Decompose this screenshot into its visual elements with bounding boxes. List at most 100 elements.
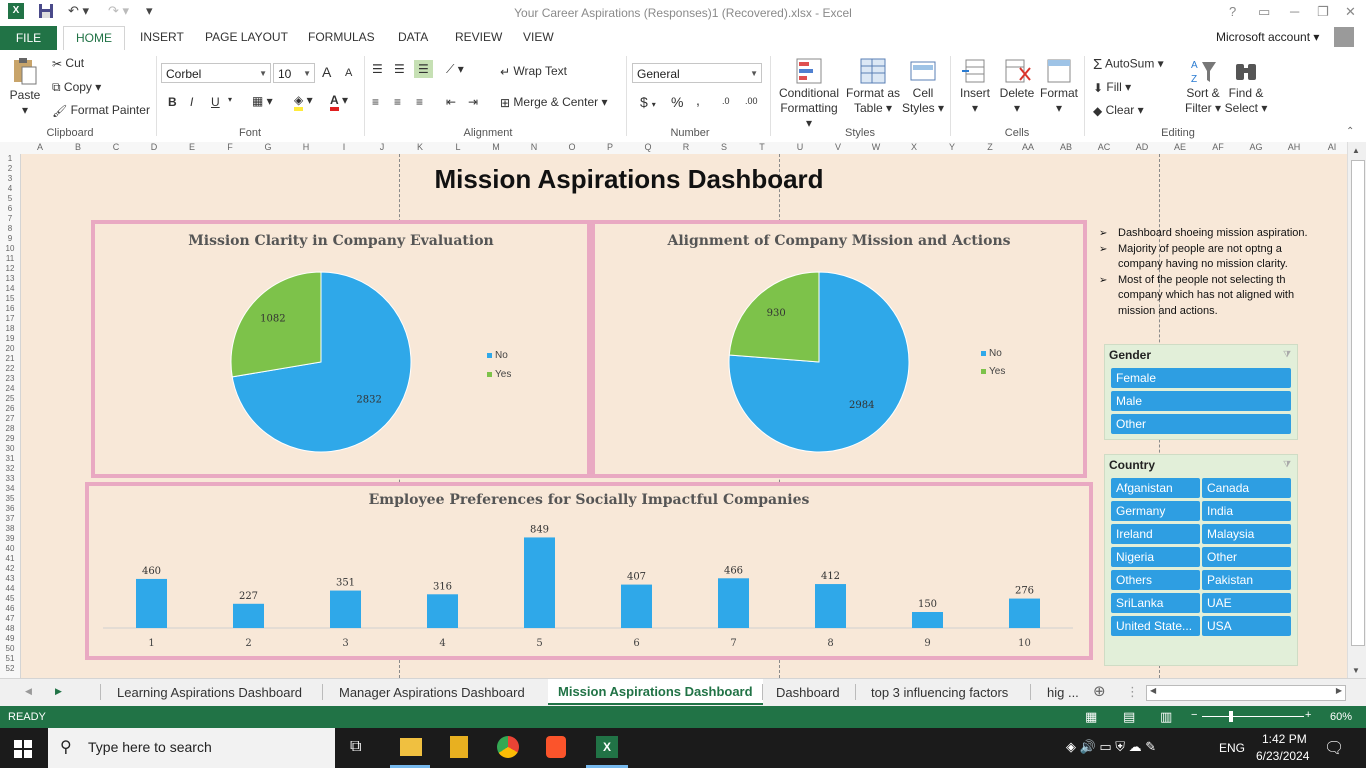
- scroll-thumb[interactable]: [1351, 160, 1365, 646]
- help-button[interactable]: ?: [1229, 4, 1236, 19]
- column-header[interactable]: W: [857, 142, 895, 152]
- row-header[interactable]: 19: [0, 334, 20, 344]
- column-header[interactable]: U: [781, 142, 819, 152]
- underline-dropdown[interactable]: ▾: [228, 95, 232, 104]
- sheet-tab-manager[interactable]: Manager Aspirations Dashboard: [339, 685, 525, 700]
- column-header[interactable]: G: [249, 142, 287, 152]
- bar-5[interactable]: [524, 537, 555, 628]
- horizontal-scrollbar[interactable]: ◀ ▶: [1146, 685, 1346, 701]
- column-header[interactable]: K: [401, 142, 439, 152]
- column-header[interactable]: T: [743, 142, 781, 152]
- row-header[interactable]: 41: [0, 554, 20, 564]
- row-header[interactable]: 1: [0, 154, 20, 164]
- scroll-down-icon[interactable]: ▼: [1352, 666, 1360, 675]
- scroll-up-icon[interactable]: ▲: [1352, 146, 1360, 155]
- slicer-item-female[interactable]: Female: [1111, 368, 1291, 388]
- socially-impactful-chart[interactable]: Employee Preferences for Socially Impact…: [85, 482, 1093, 660]
- row-header[interactable]: 29: [0, 434, 20, 444]
- sort-filter-button[interactable]: AZ Sort & Filter ▾: [1182, 56, 1224, 116]
- align-center-icon[interactable]: ≡: [394, 95, 401, 109]
- slicer-item-country[interactable]: Canada: [1202, 478, 1291, 498]
- underline-button[interactable]: U: [211, 95, 220, 109]
- column-header[interactable]: M: [477, 142, 515, 152]
- row-header[interactable]: 47: [0, 614, 20, 624]
- wrap-text-button[interactable]: ↵ Wrap Text: [500, 64, 567, 79]
- row-header[interactable]: 33: [0, 474, 20, 484]
- conditional-formatting-button[interactable]: Conditional Formatting ▾: [776, 56, 842, 131]
- column-header[interactable]: AC: [1085, 142, 1123, 152]
- find-select-button[interactable]: Find & Select ▾: [1224, 56, 1268, 116]
- column-header[interactable]: AG: [1237, 142, 1275, 152]
- align-bottom-icon[interactable]: ☰: [414, 60, 433, 78]
- slicer-item-country[interactable]: Pakistan: [1202, 570, 1291, 590]
- align-middle-icon[interactable]: ☰: [394, 62, 405, 76]
- column-header[interactable]: AB: [1047, 142, 1085, 152]
- slicer-item-country[interactable]: Other: [1202, 547, 1291, 567]
- decrease-decimal-button[interactable]: .00: [745, 96, 758, 106]
- row-header[interactable]: 4: [0, 184, 20, 194]
- row-header[interactable]: 42: [0, 564, 20, 574]
- row-header[interactable]: 37: [0, 514, 20, 524]
- slicer-item-country[interactable]: Malaysia: [1202, 524, 1291, 544]
- tab-home[interactable]: HOME: [63, 26, 125, 52]
- bar-3[interactable]: [330, 590, 361, 628]
- font-name-select[interactable]: Corbel ▼: [161, 63, 271, 83]
- slicer-item-male[interactable]: Male: [1111, 391, 1291, 411]
- row-header[interactable]: 26: [0, 404, 20, 414]
- format-as-table-button[interactable]: Format as Table ▾: [845, 56, 901, 116]
- account-menu[interactable]: Microsoft account ▾: [1216, 30, 1319, 44]
- row-header[interactable]: 44: [0, 584, 20, 594]
- sheet-tab-learning[interactable]: Learning Aspirations Dashboard: [117, 685, 302, 700]
- sheet-tab-more[interactable]: hig ...: [1047, 685, 1079, 700]
- cell-styles-button[interactable]: Cell Styles ▾: [901, 56, 945, 116]
- sheet-tab-influencing[interactable]: top 3 influencing factors: [871, 685, 1008, 700]
- row-header[interactable]: 38: [0, 524, 20, 534]
- column-header[interactable]: E: [173, 142, 211, 152]
- row-header[interactable]: 9: [0, 234, 20, 244]
- avatar[interactable]: [1334, 27, 1354, 47]
- tab-review[interactable]: REVIEW: [455, 30, 502, 44]
- column-header[interactable]: C: [97, 142, 135, 152]
- column-header[interactable]: F: [211, 142, 249, 152]
- row-header[interactable]: 35: [0, 494, 20, 504]
- prev-sheet-icon[interactable]: ◀: [25, 686, 32, 697]
- row-header[interactable]: 25: [0, 394, 20, 404]
- column-header[interactable]: P: [591, 142, 629, 152]
- clock-date[interactable]: 6/23/2024: [1256, 749, 1309, 763]
- file-explorer-icon[interactable]: [400, 738, 422, 756]
- row-header[interactable]: 23: [0, 374, 20, 384]
- row-header[interactable]: 32: [0, 464, 20, 474]
- column-header[interactable]: AD: [1123, 142, 1161, 152]
- row-header[interactable]: 46: [0, 604, 20, 614]
- column-header[interactable]: N: [515, 142, 553, 152]
- row-header[interactable]: 10: [0, 244, 20, 254]
- row-header[interactable]: 14: [0, 284, 20, 294]
- fill-button[interactable]: ⬇ Fill ▾: [1093, 80, 1131, 95]
- tab-formulas[interactable]: FORMULAS: [308, 30, 375, 44]
- borders-icon[interactable]: ▦ ▾: [252, 94, 273, 108]
- zoom-in-button[interactable]: +: [1305, 709, 1311, 721]
- orientation-icon[interactable]: ⟋ ▾: [446, 62, 464, 77]
- align-left-icon[interactable]: ≡: [372, 95, 379, 109]
- zoom-out-button[interactable]: −: [1191, 709, 1197, 721]
- windows-start-icon[interactable]: [14, 740, 32, 758]
- align-top-icon[interactable]: ☰: [372, 62, 383, 76]
- tab-view[interactable]: VIEW: [523, 30, 554, 44]
- merge-center-button[interactable]: ⊞ Merge & Center ▾: [500, 95, 607, 110]
- row-header[interactable]: 13: [0, 274, 20, 284]
- column-header[interactable]: I: [325, 142, 363, 152]
- increase-decimal-button[interactable]: .0: [722, 96, 730, 106]
- fill-color-icon[interactable]: ◈ ▾: [294, 93, 313, 111]
- row-header[interactable]: 22: [0, 364, 20, 374]
- restore-button[interactable]: ❐: [1317, 4, 1329, 20]
- sheet-tab-mission[interactable]: Mission Aspirations Dashboard: [548, 679, 763, 705]
- column-header[interactable]: S: [705, 142, 743, 152]
- row-header[interactable]: 5: [0, 194, 20, 204]
- row-header[interactable]: 16: [0, 304, 20, 314]
- slicer-item-other[interactable]: Other: [1111, 414, 1291, 434]
- column-header[interactable]: AF: [1199, 142, 1237, 152]
- column-header[interactable]: Y: [933, 142, 971, 152]
- mission-clarity-chart[interactable]: Mission Clarity in Company Evaluation 28…: [91, 220, 591, 478]
- sheet-tab-dashboard[interactable]: Dashboard: [776, 685, 840, 700]
- row-header[interactable]: 20: [0, 344, 20, 354]
